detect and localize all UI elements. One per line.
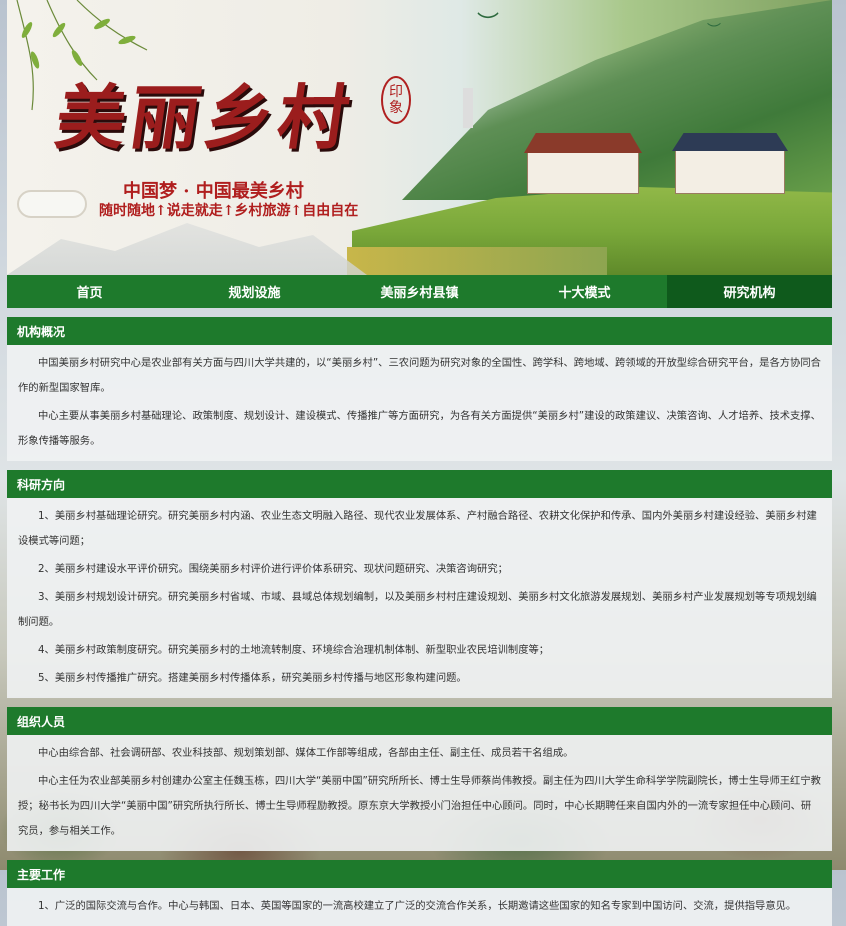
- cloud-decoration-icon: [17, 190, 87, 218]
- paragraph: 3、美丽乡村规划设计研究。研究美丽乡村省域、市域、县域总体规划编制，以及美丽乡村…: [18, 591, 817, 628]
- section-body: 中心由综合部、社会调研部、农业科技部、规划策划部、媒体工作部等组成，各部由主任、…: [7, 735, 832, 851]
- church-tower-image: [463, 88, 473, 128]
- section-title: 主要工作: [7, 860, 832, 888]
- section-title: 机构概况: [7, 317, 832, 345]
- nav-item-ten-models[interactable]: 十大模式: [502, 275, 667, 308]
- paragraph: 中心主任为农业部美丽乡村创建办公室主任魏玉栋，四川大学“美丽中国”研究所所长、博…: [18, 775, 821, 837]
- paragraph: 5、美丽乡村传播推广研究。搭建美丽乡村传播体系，研究美丽乡村传播与地区形象构建问…: [38, 672, 467, 684]
- nav-item-research-institute[interactable]: 研究机构: [667, 275, 832, 308]
- paragraph: 1、广泛的国际交流与合作。中心与韩国、日本、英国等国家的一流高校建立了广泛的交流…: [38, 900, 797, 912]
- section-research: 科研方向 1、美丽乡村基础理论研究。研究美丽乡村内涵、农业生态文明融入路径、现代…: [7, 470, 832, 698]
- section-title: 组织人员: [7, 707, 832, 735]
- bird-icon: ︶: [707, 23, 721, 39]
- banner: ︶ ︶ 美丽乡村 印 象 中国梦 · 中国最美乡村 随时随地↑说走就走↑乡村旅游…: [7, 0, 832, 275]
- page-container: ︶ ︶ 美丽乡村 印 象 中国梦 · 中国最美乡村 随时随地↑说走就走↑乡村旅游…: [7, 0, 832, 926]
- paragraph: 中心由综合部、社会调研部、农业科技部、规划策划部、媒体工作部等组成，各部由主任、…: [38, 747, 574, 759]
- banner-seal: 印 象: [381, 76, 411, 124]
- section-body: 1、美丽乡村基础理论研究。研究美丽乡村内涵、农业生态文明融入路径、现代农业发展体…: [7, 498, 832, 698]
- section-overview: 机构概况 中国美丽乡村研究中心是农业部有关方面与四川大学共建的，以“美丽乡村”、…: [7, 317, 832, 461]
- paragraph: 中国美丽乡村研究中心是农业部有关方面与四川大学共建的，以“美丽乡村”、三农问题为…: [18, 357, 821, 394]
- banner-pond: [347, 247, 607, 275]
- nav-item-planning[interactable]: 规划设施: [172, 275, 337, 308]
- bird-icon: ︶: [477, 12, 500, 37]
- section-body: 1、广泛的国际交流与合作。中心与韩国、日本、英国等国家的一流高校建立了广泛的交流…: [7, 888, 832, 926]
- farmhouse-solar-image: [672, 133, 788, 194]
- paragraph: 2、美丽乡村建设水平评价研究。围绕美丽乡村评价进行评价体系研究、现状问题研究、决…: [38, 563, 508, 575]
- section-staff: 组织人员 中心由综合部、社会调研部、农业科技部、规划策划部、媒体工作部等组成，各…: [7, 707, 832, 851]
- banner-slogan-sub: 随时随地↑说走就走↑乡村旅游↑自由自在: [99, 203, 359, 219]
- section-body: 中国美丽乡村研究中心是农业部有关方面与四川大学共建的，以“美丽乡村”、三农问题为…: [7, 345, 832, 461]
- paragraph: 4、美丽乡村政策制度研究。研究美丽乡村的土地流转制度、环境综合治理机制体制、新型…: [38, 644, 550, 656]
- paragraph: 中心主要从事美丽乡村基础理论、政策制度、规划设计、建设模式、传播推广等方面研究，…: [18, 410, 821, 447]
- nav-item-home[interactable]: 首页: [7, 275, 172, 308]
- nav-item-counties[interactable]: 美丽乡村县镇: [337, 275, 502, 308]
- paragraph: 1、美丽乡村基础理论研究。研究美丽乡村内涵、农业生态文明融入路径、现代农业发展体…: [18, 510, 817, 547]
- farmhouse-image: [524, 133, 642, 194]
- banner-title: 美丽乡村: [50, 76, 359, 159]
- main-nav: 首页 规划设施 美丽乡村县镇 十大模式 研究机构: [7, 275, 832, 308]
- section-title: 科研方向: [7, 470, 832, 498]
